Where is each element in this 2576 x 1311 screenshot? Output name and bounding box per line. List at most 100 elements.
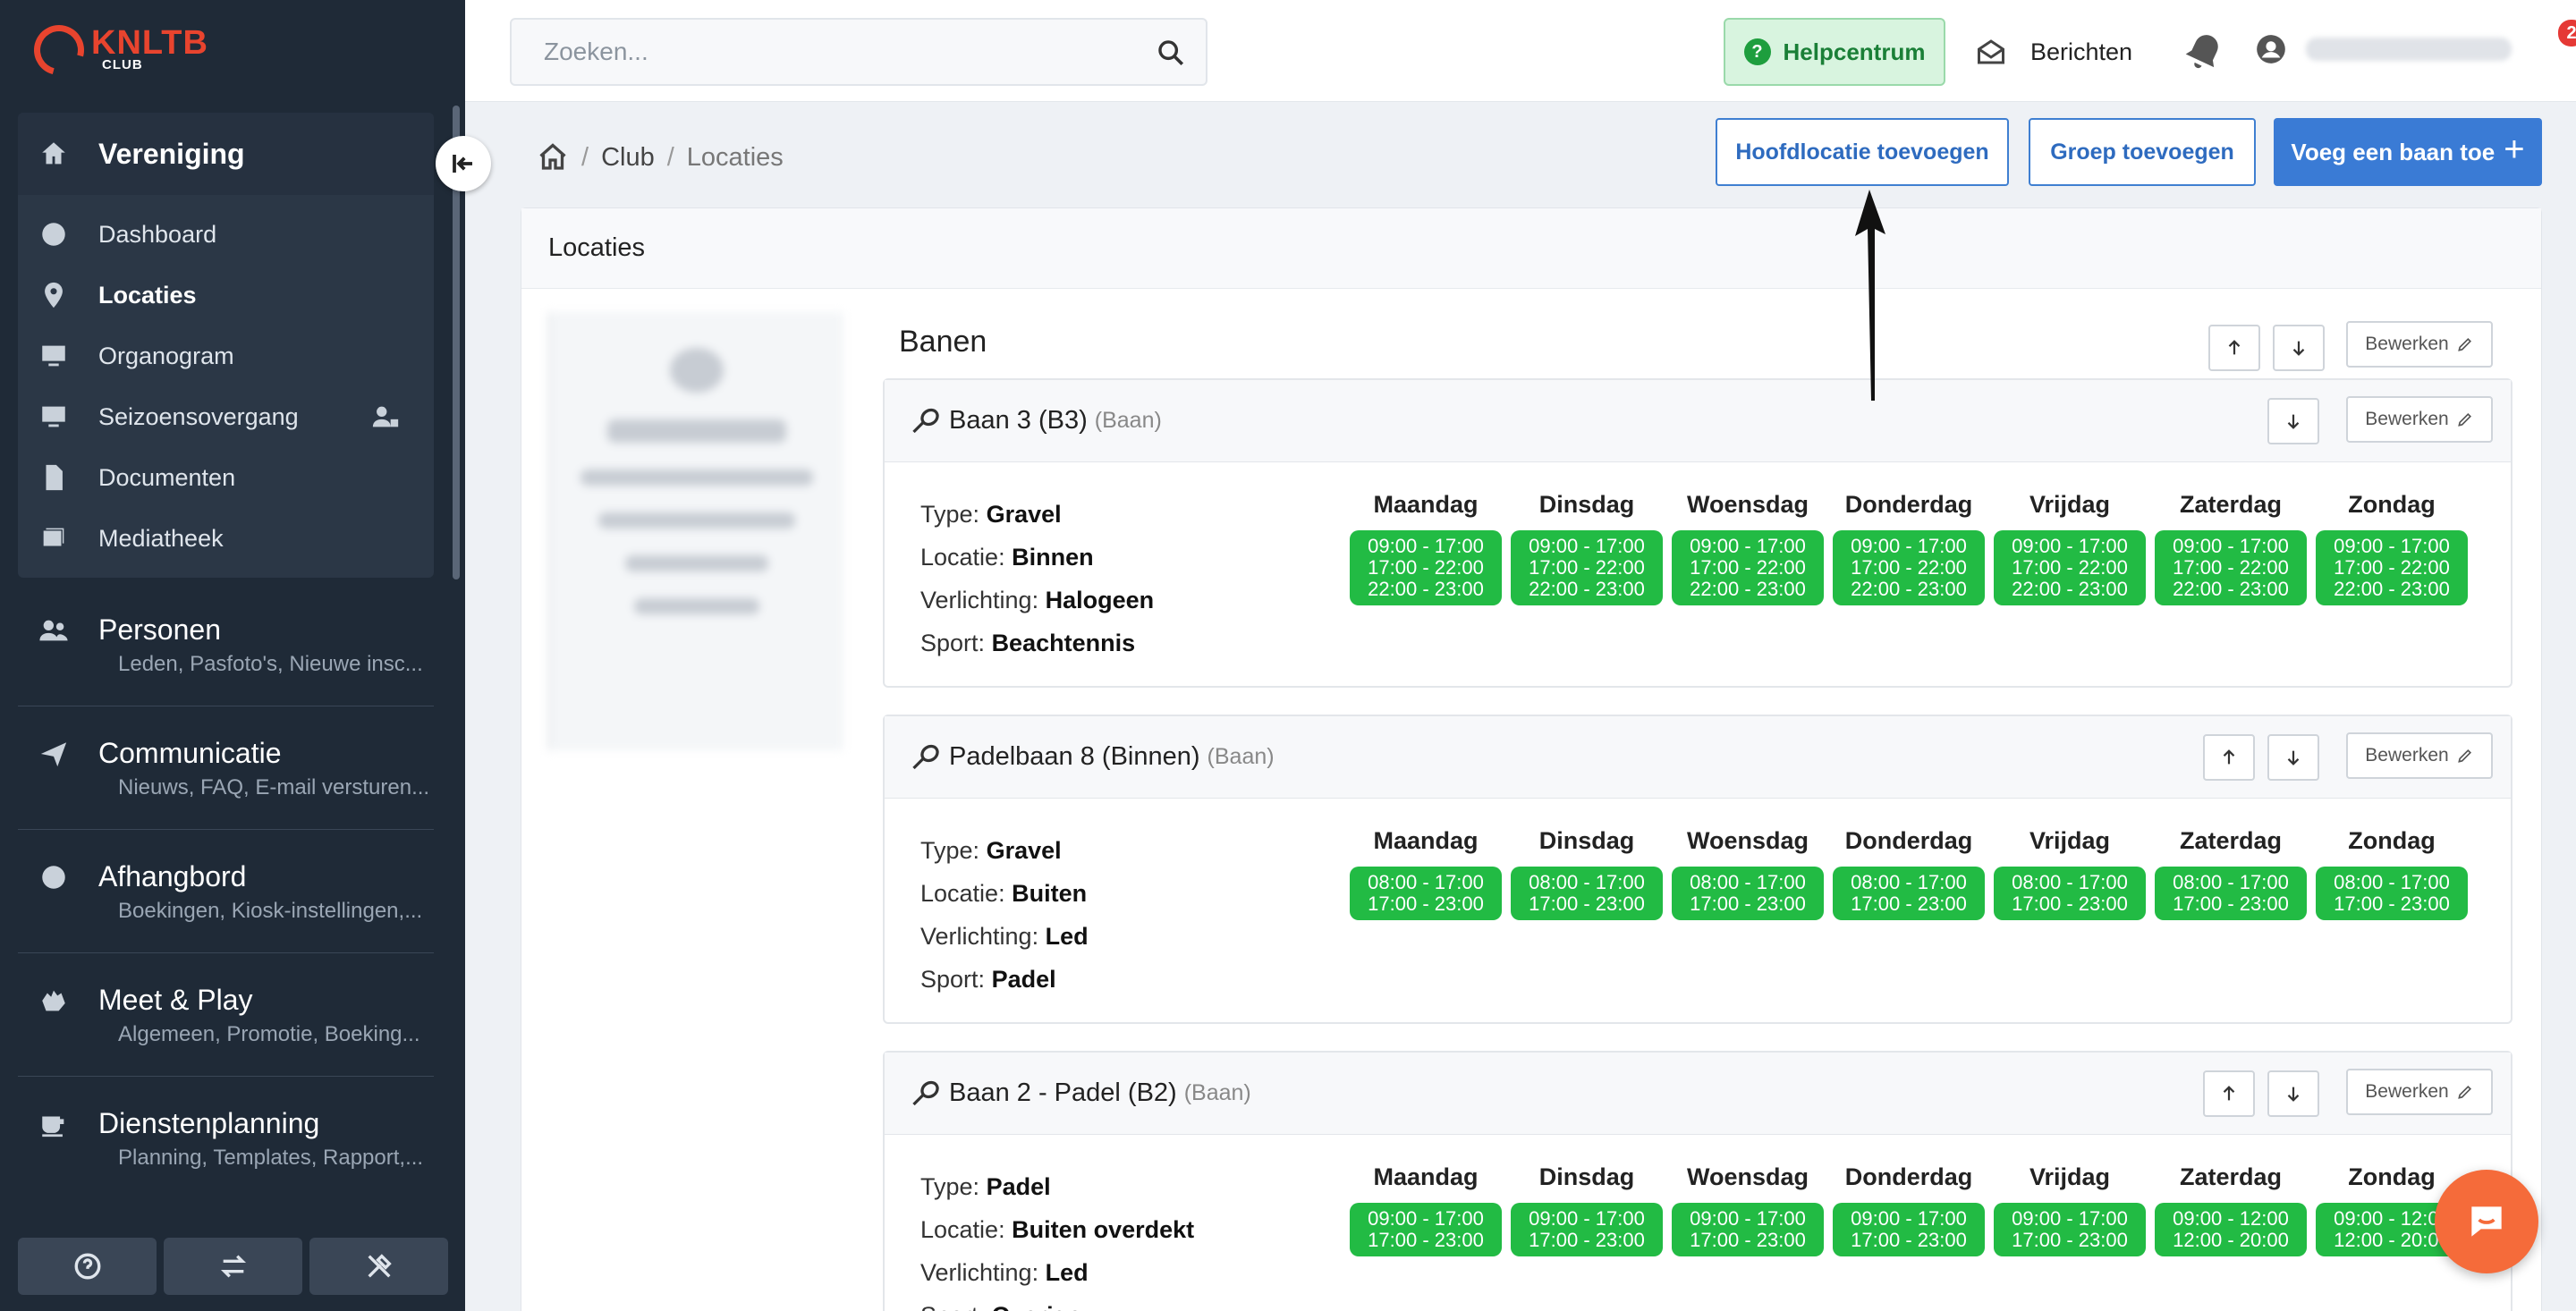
time-slots[interactable]: 08:00 - 17:00 17:00 - 23:00 xyxy=(1672,867,1824,920)
sidebar-section-afhangbord[interactable]: Afhangbord Boekingen, Kiosk-instellingen… xyxy=(18,830,434,953)
sidebar-item-seizoensovergang[interactable]: Seizoensovergang xyxy=(18,386,434,447)
sidebar-group-title: Vereniging xyxy=(98,137,245,170)
sidebar-group-header[interactable]: Vereniging xyxy=(18,113,434,195)
user-menu[interactable] xyxy=(2254,32,2512,66)
breadcrumb: / Club / Locaties xyxy=(537,141,784,173)
sidebar-section-dienstenplanning[interactable]: Dienstenplanning Planning, Templates, Ra… xyxy=(18,1077,434,1200)
time-slots[interactable]: 09:00 - 17:00 17:00 - 22:00 22:00 - 23:00 xyxy=(2155,530,2307,605)
day-name: Donderdag xyxy=(1844,827,1973,854)
messages-button[interactable]: Berichten xyxy=(1975,27,2132,77)
search-icon[interactable] xyxy=(1156,38,1186,68)
pencil-icon xyxy=(2457,749,2471,763)
move-down-button[interactable] xyxy=(2273,325,2325,371)
time-slot: 17:00 - 23:00 xyxy=(1851,892,1967,915)
collapse-sidebar-button[interactable] xyxy=(436,136,491,191)
search-input[interactable]: Zoeken... xyxy=(510,18,1208,86)
sidebar-item-documenten[interactable]: Documenten xyxy=(18,447,434,508)
sidebar-item-dashboard[interactable]: Dashboard xyxy=(18,204,434,265)
sidebar-item-mediatheek[interactable]: Mediatheek xyxy=(18,508,434,569)
time-slot: 17:00 - 23:00 xyxy=(1690,1229,1806,1251)
sidebar-item-label: Mediatheek xyxy=(98,524,224,552)
add-court-button[interactable]: Voeg een baan toe + xyxy=(2274,118,2542,186)
time-slots[interactable]: 08:00 - 17:00 17:00 - 23:00 xyxy=(1350,867,1502,920)
time-slot: 09:00 - 17:00 xyxy=(1368,1207,1484,1230)
edit-court-button[interactable]: Bewerken xyxy=(2346,1069,2493,1115)
move-up-button[interactable] xyxy=(2203,734,2255,781)
time-slot: 22:00 - 23:00 xyxy=(1851,578,1967,600)
arrow-down-icon xyxy=(2292,341,2305,356)
time-slots[interactable]: 09:00 - 17:00 17:00 - 23:00 xyxy=(1350,1203,1502,1256)
time-slots[interactable]: 08:00 - 17:00 17:00 - 23:00 xyxy=(1994,867,2146,920)
day-column: Dinsdag 09:00 - 17:00 17:00 - 23:00 xyxy=(1511,1163,1663,1256)
sidebar-section-personen[interactable]: Personen Leden, Pasfoto's, Nieuwe insc..… xyxy=(18,583,434,706)
time-slot: 09:00 - 17:00 xyxy=(1529,1207,1645,1230)
chat-launcher-button[interactable] xyxy=(2435,1170,2538,1273)
sidebar-item-label: Locaties xyxy=(98,281,197,309)
move-up-button[interactable] xyxy=(2203,1070,2255,1117)
bell-icon[interactable] xyxy=(2181,29,2227,75)
sidebar-item-locaties[interactable]: Locaties xyxy=(18,265,434,326)
home-outline-icon[interactable] xyxy=(537,141,569,173)
time-slots[interactable]: 09:00 - 12:00 12:00 - 20:00 xyxy=(2155,1203,2307,1256)
send-icon xyxy=(38,738,70,770)
edit-court-button[interactable]: Bewerken xyxy=(2346,396,2493,443)
time-slots[interactable]: 09:00 - 17:00 17:00 - 22:00 22:00 - 23:00 xyxy=(1511,530,1663,605)
time-slots[interactable]: 09:00 - 17:00 17:00 - 22:00 22:00 - 23:00 xyxy=(1350,530,1502,605)
time-slots[interactable]: 09:00 - 17:00 17:00 - 23:00 xyxy=(1672,1203,1824,1256)
day-column: Maandag 09:00 - 17:00 17:00 - 23:00 xyxy=(1350,1163,1502,1256)
move-down-button[interactable] xyxy=(2267,1070,2319,1117)
time-slot: 08:00 - 17:00 xyxy=(1529,871,1645,893)
breadcrumb-club[interactable]: Club xyxy=(601,143,655,173)
switch-button[interactable] xyxy=(164,1238,302,1295)
logo-mark-icon xyxy=(24,15,94,85)
time-slots[interactable]: 09:00 - 17:00 17:00 - 22:00 22:00 - 23:00 xyxy=(2316,530,2468,605)
time-slots[interactable]: 09:00 - 17:00 17:00 - 22:00 22:00 - 23:00 xyxy=(1672,530,1824,605)
day-column: Woensdag 08:00 - 17:00 17:00 - 23:00 xyxy=(1672,827,1824,920)
time-slot: 09:00 - 17:00 xyxy=(1529,535,1645,557)
help-button[interactable] xyxy=(18,1238,157,1295)
sidebar-section-communicatie[interactable]: Communicatie Nieuws, FAQ, E-mail verstur… xyxy=(18,706,434,830)
time-slot: 17:00 - 23:00 xyxy=(1851,1229,1967,1251)
edit-court-button[interactable]: Bewerken xyxy=(2346,732,2493,779)
time-slot: 17:00 - 23:00 xyxy=(2012,1229,2128,1251)
court-kind: (Baan) xyxy=(1207,744,1275,769)
edit-banen-button[interactable]: Bewerken xyxy=(2346,321,2493,368)
time-slots[interactable]: 09:00 - 17:00 17:00 - 23:00 xyxy=(1994,1203,2146,1256)
time-slots[interactable]: 09:00 - 17:00 17:00 - 23:00 xyxy=(1833,1203,1985,1256)
time-slots[interactable]: 08:00 - 17:00 17:00 - 23:00 xyxy=(2316,867,2468,920)
time-slots[interactable]: 08:00 - 17:00 17:00 - 23:00 xyxy=(1511,867,1663,920)
move-down-button[interactable] xyxy=(2267,398,2319,444)
day-name: Maandag xyxy=(1373,1163,1479,1190)
sidebar-item-organogram[interactable]: Organogram xyxy=(18,326,434,386)
court-header: Baan 3 (B3) (Baan) Bewerken xyxy=(885,380,2511,462)
move-up-button[interactable] xyxy=(2208,325,2260,371)
time-slots[interactable]: 09:00 - 17:00 17:00 - 22:00 22:00 - 23:00 xyxy=(1833,530,1985,605)
sidebar: KNLTB CLUB Vereniging Dashboard Locaties… xyxy=(0,0,465,1311)
settings-button[interactable] xyxy=(309,1238,448,1295)
helpcentrum-button[interactable]: ? Helpcentrum xyxy=(1724,18,1945,86)
section-title: Meet & Play xyxy=(98,984,253,1016)
add-group-button[interactable]: Groep toevoegen xyxy=(2029,118,2256,186)
coffee-icon xyxy=(38,1108,70,1140)
knltb-logo[interactable]: KNLTB CLUB xyxy=(24,15,208,85)
court-schedule: Maandag 08:00 - 17:00 17:00 - 23:00 Dinsdag… xyxy=(1350,827,2468,920)
court-kind: (Baan) xyxy=(1183,1080,1251,1105)
time-slots[interactable]: 09:00 - 17:00 17:00 - 22:00 22:00 - 23:00 xyxy=(1994,530,2146,605)
time-slot: 12:00 - 20:00 xyxy=(2173,1229,2289,1251)
day-name: Zaterdag xyxy=(2179,1163,2283,1190)
add-main-location-button[interactable]: Hoofdlocatie toevoegen xyxy=(1716,118,2009,186)
card-title: Locaties xyxy=(548,233,646,262)
messages-label: Berichten xyxy=(2030,38,2133,65)
time-slots[interactable]: 08:00 - 17:00 17:00 - 23:00 xyxy=(2155,867,2307,920)
section-subtitle: Planning, Templates, Rapport,... xyxy=(118,1146,424,1170)
arrow-down-icon xyxy=(2287,414,2300,429)
sidebar-section-meet-play[interactable]: Meet & Play Algemeen, Promotie, Boeking.… xyxy=(18,953,434,1077)
media-icon xyxy=(38,522,70,554)
time-slot: 17:00 - 23:00 xyxy=(1368,892,1484,915)
arrow-up-icon xyxy=(2223,749,2235,765)
time-slots[interactable]: 09:00 - 17:00 17:00 - 23:00 xyxy=(1511,1203,1663,1256)
move-down-button[interactable] xyxy=(2267,734,2319,781)
banen-title: Banen xyxy=(899,325,987,359)
time-slots[interactable]: 08:00 - 17:00 17:00 - 23:00 xyxy=(1833,867,1985,920)
brand-name: KNLTB xyxy=(91,24,208,62)
